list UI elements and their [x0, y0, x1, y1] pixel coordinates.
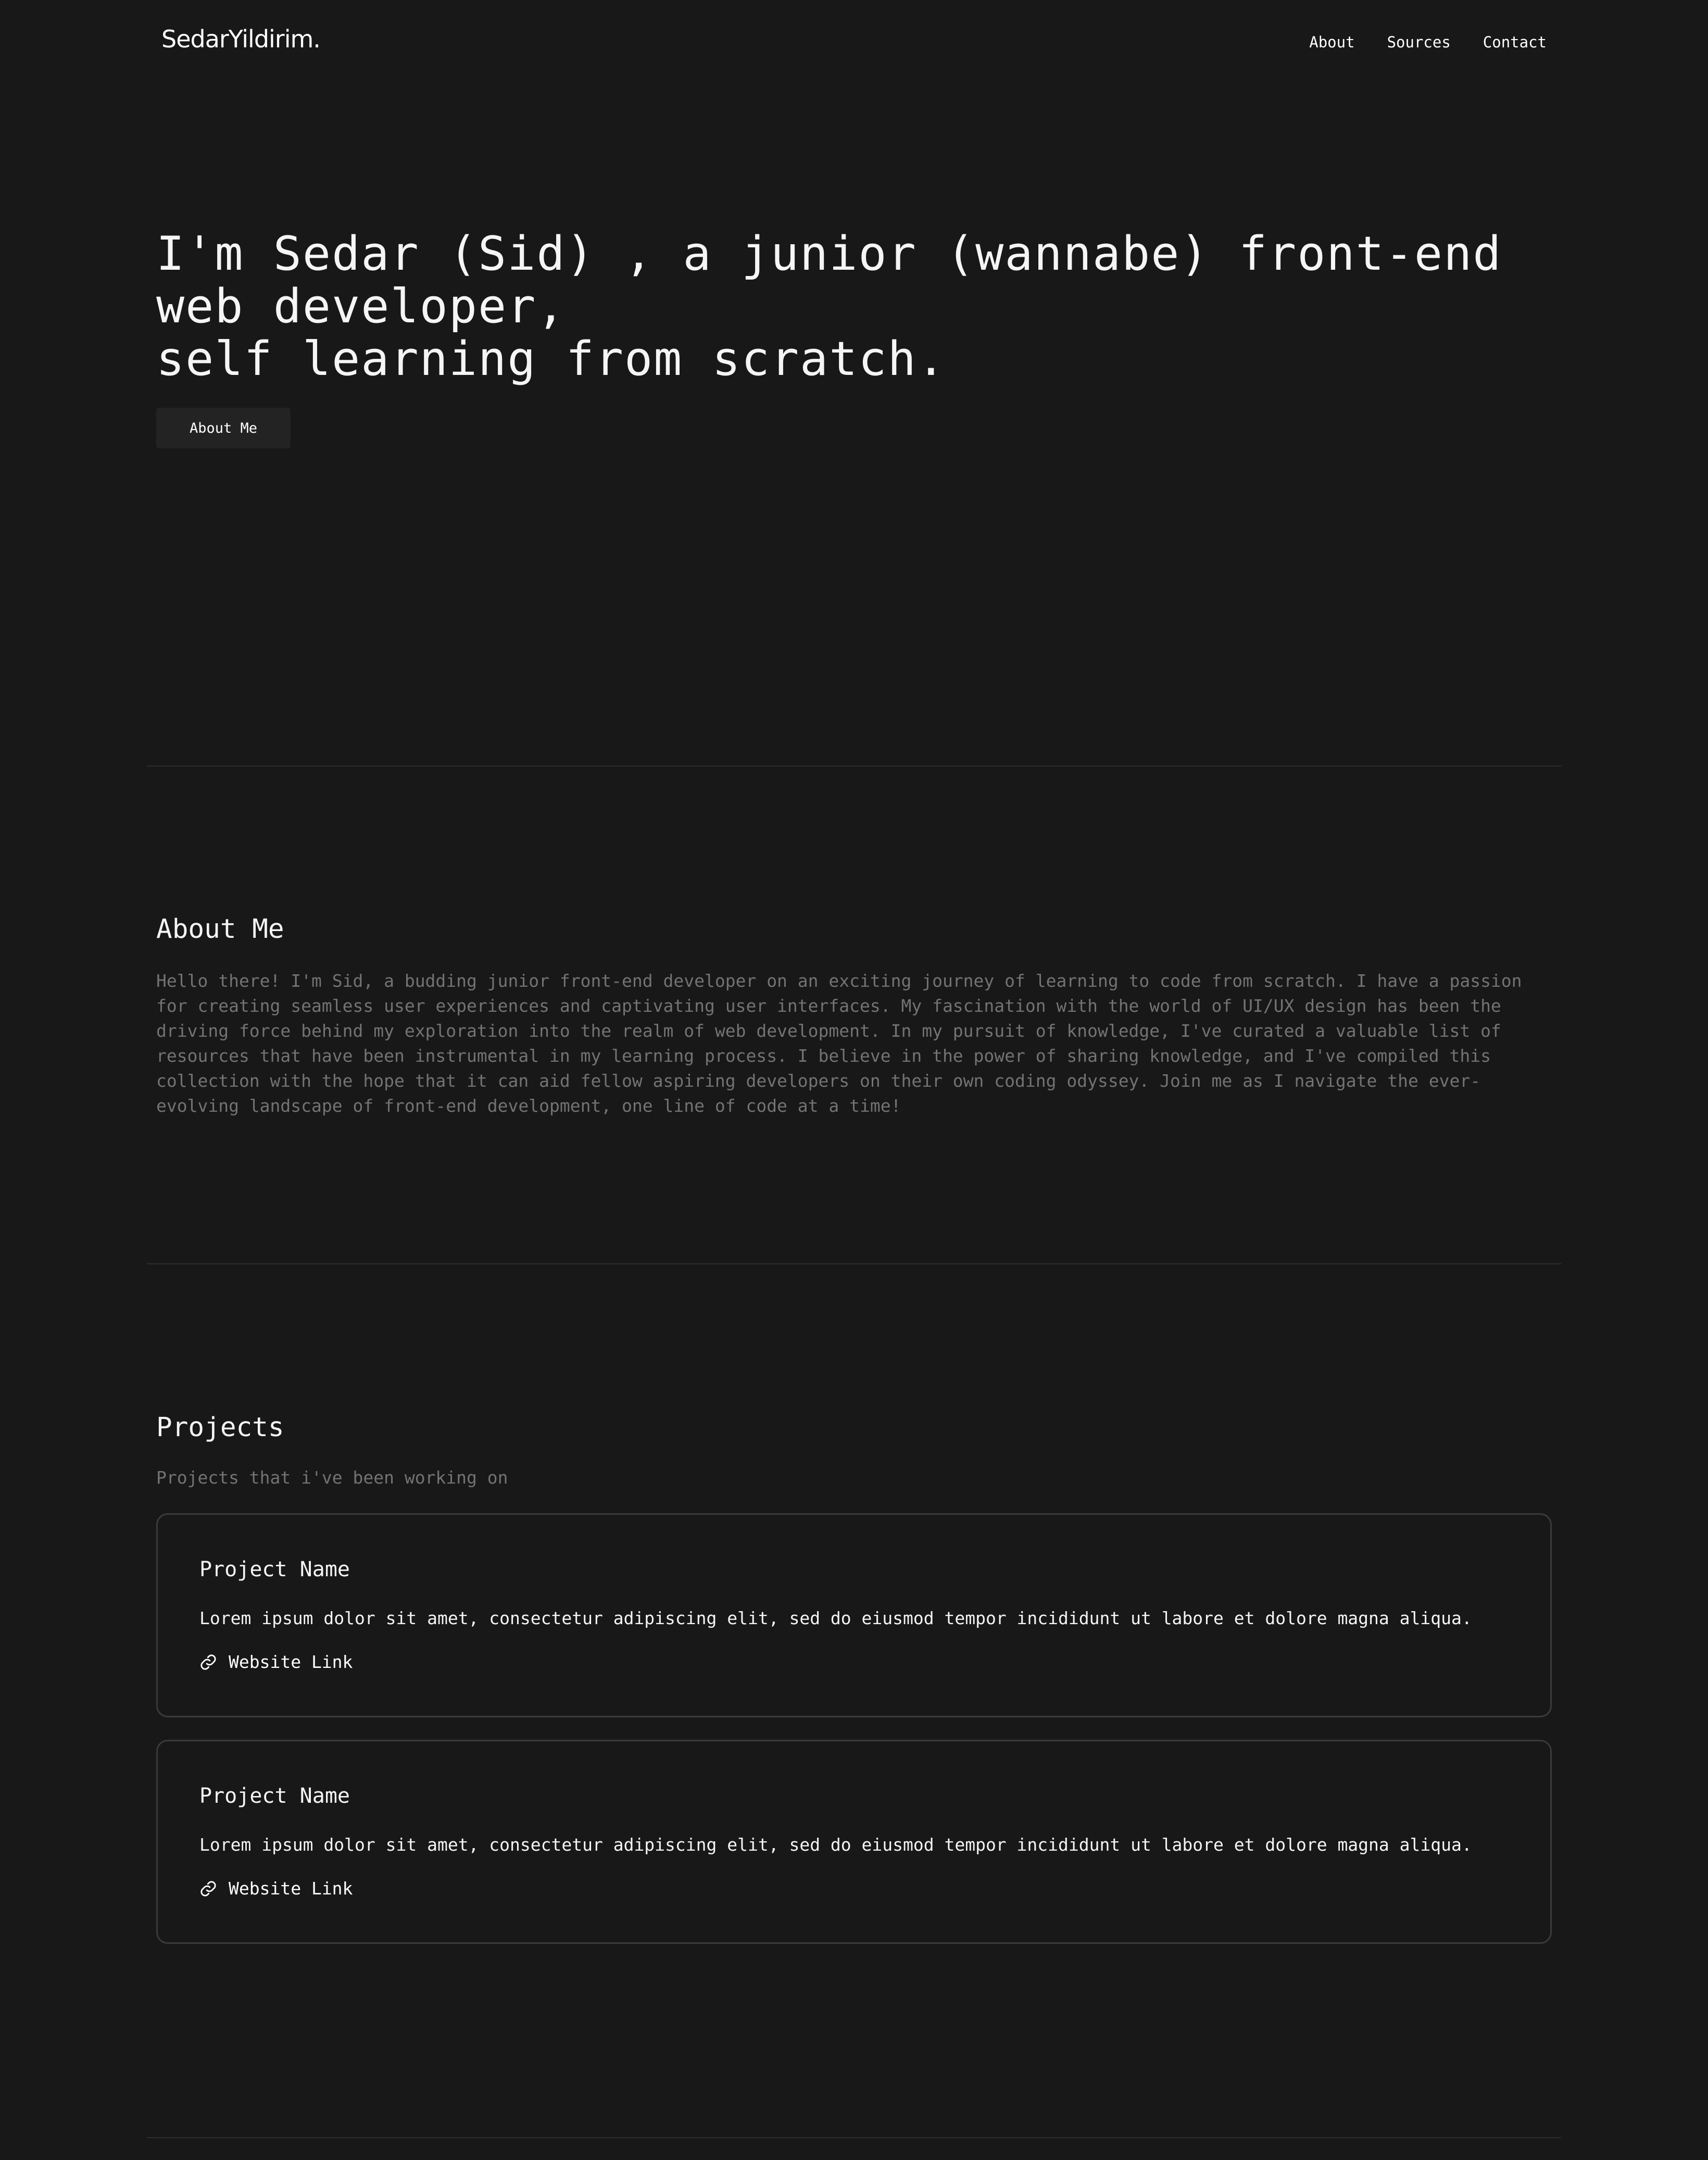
project-name: Project Name: [199, 1558, 350, 1581]
project-description: Lorem ipsum dolor sit amet, consectetur …: [199, 1835, 1472, 1855]
hero-heading: I'm Sedar (Sid) , a junior (wannabe) fro…: [156, 228, 1573, 385]
about-text: Hello there! I'm Sid, a budding junior f…: [156, 971, 1522, 1116]
hero-heading-line-1: I'm Sedar (Sid) , a junior (wannabe) fro…: [156, 227, 1502, 334]
section-divider: [147, 1263, 1561, 1264]
project-card: Project Name Lorem ipsum dolor sit amet,…: [156, 1740, 1552, 1944]
project-link-label: Website Link: [229, 1652, 353, 1672]
hero-section: I'm Sedar (Sid) , a junior (wannabe) fro…: [156, 228, 1573, 385]
project-website-link[interactable]: Website Link: [199, 1878, 353, 1899]
nav-link-sources[interactable]: Sources: [1387, 33, 1451, 51]
project-website-link[interactable]: Website Link: [199, 1652, 353, 1672]
projects-title: Projects: [156, 1412, 284, 1443]
link-icon: [199, 1880, 217, 1898]
about-title: About Me: [156, 914, 284, 945]
section-divider: [147, 765, 1561, 767]
main-nav: About Sources Contact: [1309, 33, 1547, 51]
project-card: Project Name Lorem ipsum dolor sit amet,…: [156, 1513, 1552, 1717]
project-name: Project Name: [199, 1784, 350, 1808]
nav-link-contact[interactable]: Contact: [1483, 33, 1547, 51]
link-icon: [199, 1653, 217, 1671]
projects-subtitle: Projects that i've been working on: [156, 1467, 508, 1488]
hero-heading-line-2: self learning from scratch.: [156, 332, 946, 386]
nav-link-about[interactable]: About: [1309, 33, 1354, 51]
about-me-button[interactable]: About Me: [156, 408, 291, 448]
site-logo[interactable]: SedarYildirim.: [161, 25, 321, 53]
project-description: Lorem ipsum dolor sit amet, consectetur …: [199, 1608, 1472, 1628]
project-link-label: Website Link: [229, 1878, 353, 1899]
section-divider: [147, 2137, 1561, 2138]
